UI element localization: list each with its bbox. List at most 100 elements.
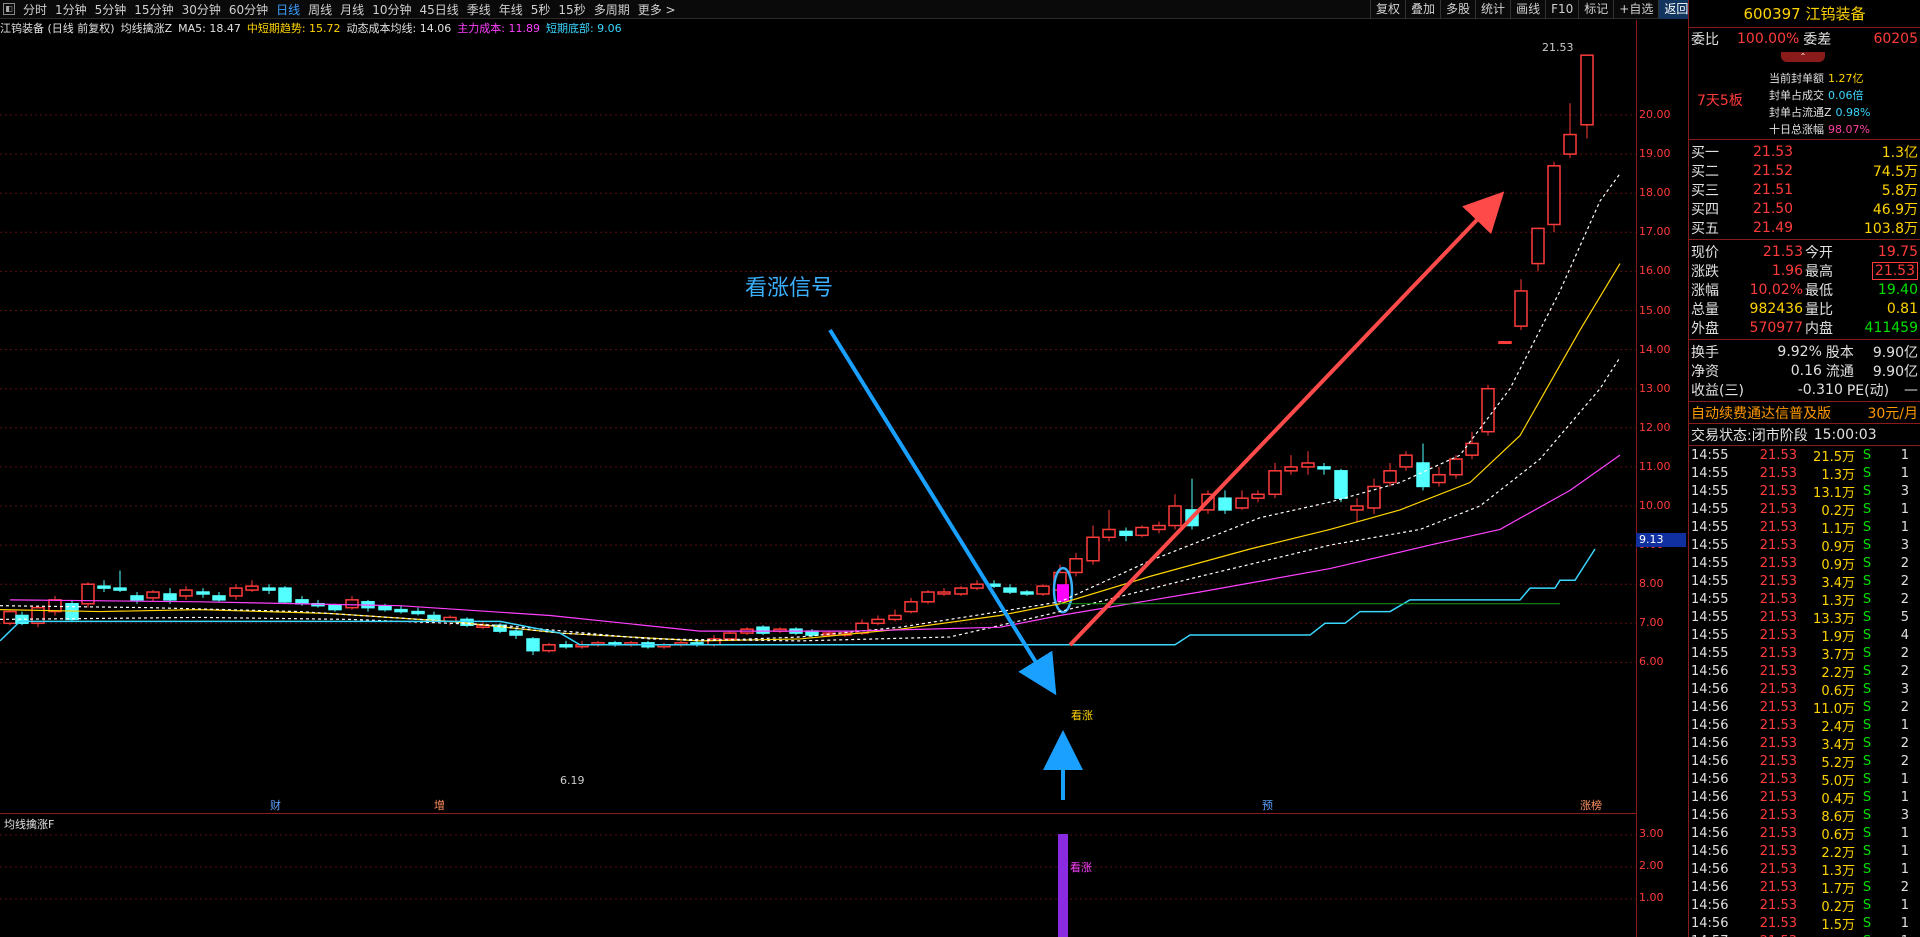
tool-button-3[interactable]: 统计	[1475, 0, 1510, 19]
tick-cell: 5	[1900, 609, 1909, 625]
tick-cell: 14:55	[1691, 627, 1729, 643]
bid-row[interactable]: 买四 21.50 46.9万	[1689, 199, 1920, 218]
tick-cell: 1.7万	[1821, 881, 1855, 897]
tick-row[interactable]: 14:56 21.53 3.4万 S 2	[1689, 734, 1920, 753]
tick-row[interactable]: 14:56 21.53 2.4万 S 1	[1689, 716, 1920, 735]
promo-row[interactable]: 自动续费通达信普及版 30元/月	[1689, 402, 1920, 424]
event-label: 预	[1262, 799, 1273, 812]
sub-tick: 2.00	[1639, 859, 1664, 872]
tab-13[interactable]: 5秒	[527, 1, 555, 18]
tool-button-6[interactable]: 标记	[1578, 0, 1613, 19]
tick-row[interactable]: 14:56 21.53 0.2万 S 1	[1689, 896, 1920, 915]
tool-button-1[interactable]: 叠加	[1405, 0, 1440, 19]
tab-6[interactable]: 日线	[272, 1, 304, 18]
tick-cell: 21.53	[1759, 573, 1797, 589]
tick-row[interactable]: 14:55 21.53 13.3万 S 5	[1689, 608, 1920, 627]
tab-0[interactable]: 分时	[19, 1, 51, 18]
tick-cell: 0.2万	[1821, 899, 1855, 915]
chart-tools: 复权 叠加 多股 统计 画线 F10 标记 +自选 返回	[1370, 0, 1694, 19]
candle-body	[345, 599, 359, 609]
tick-list[interactable]: 14:55 21.53 21.5万 S 1 14:55 21.53 1.3万 S 1 14:55 21…	[1689, 446, 1920, 937]
tool-button-5[interactable]: F10	[1545, 0, 1578, 19]
tick-row[interactable]: 14:55 21.53 0.9万 S 3	[1689, 536, 1920, 555]
tick-cell: 2	[1900, 879, 1909, 895]
tab-14[interactable]: 15秒	[554, 1, 589, 18]
tick-row[interactable]: 14:55 21.53 21.5万 S 1	[1689, 446, 1920, 465]
sub-indicator-pane[interactable]: 均线擒涨F 看涨	[0, 813, 1636, 937]
tab-16[interactable]: 更多 >	[634, 1, 680, 18]
fund-value: —	[1904, 381, 1918, 398]
tab-8[interactable]: 月线	[336, 1, 368, 18]
bid-row[interactable]: 买一 21.53 1.3亿	[1689, 142, 1920, 161]
collapse-icon[interactable]: ⌃	[1781, 52, 1825, 62]
tab-10[interactable]: 45日线	[415, 1, 462, 18]
tick-cell: S	[1862, 609, 1872, 625]
tick-row[interactable]: 14:5721.530.6万S1	[1689, 932, 1920, 937]
tick-cell: 1	[1900, 465, 1909, 481]
tick-row[interactable]: 14:56 21.53 2.2万 S 1	[1689, 842, 1920, 861]
candle-body	[1119, 530, 1133, 537]
tick-row[interactable]: 14:55 21.53 13.1万 S 3	[1689, 482, 1920, 501]
tick-row[interactable]: 14:55 21.53 0.2万 S 1	[1689, 500, 1920, 519]
candle-body	[1251, 493, 1265, 499]
tick-row[interactable]: 14:55 21.53 3.7万 S 2	[1689, 644, 1920, 663]
tab-3[interactable]: 15分钟	[130, 1, 177, 18]
tick-cell: 14:56	[1691, 915, 1729, 931]
seal-row: 封单占成交 0.06倍	[1769, 87, 1871, 104]
tab-15[interactable]: 多周期	[590, 1, 634, 18]
bid-row[interactable]: 买五 21.49 103.8万	[1689, 218, 1920, 237]
tick-row[interactable]: 14:55 21.53 1.9万 S 4	[1689, 626, 1920, 645]
tab-2[interactable]: 5分钟	[91, 1, 131, 18]
candle-body	[212, 595, 226, 601]
fund-label: PE(动)	[1846, 382, 1890, 399]
stat-value: 570977	[1749, 319, 1803, 336]
tab-12[interactable]: 年线	[495, 1, 527, 18]
tick-row[interactable]: 14:56 21.53 1.7万 S 2	[1689, 878, 1920, 897]
sub-signal-tag: 看涨	[1070, 860, 1092, 874]
tick-row[interactable]: 14:55 21.53 1.1万 S 1	[1689, 518, 1920, 537]
tick-row[interactable]: 14:55 21.53 0.9万 S 2	[1689, 554, 1920, 573]
tab-5[interactable]: 60分钟	[225, 1, 272, 18]
bid-volume: 74.5万	[1872, 163, 1918, 180]
stat-label: 涨幅	[1691, 282, 1719, 299]
tick-row[interactable]: 14:56 21.53 2.2万 S 2	[1689, 662, 1920, 681]
bid-row[interactable]: 买三 21.51 5.8万	[1689, 180, 1920, 199]
fund-value: 0.16	[1790, 362, 1822, 379]
tool-button-2[interactable]: 多股	[1440, 0, 1475, 19]
tab-4[interactable]: 30分钟	[178, 1, 225, 18]
tab-1[interactable]: 1分钟	[51, 1, 91, 18]
tick-row[interactable]: 14:56 21.53 0.4万 S 1	[1689, 788, 1920, 807]
tick-row[interactable]: 14:56 21.53 0.6万 S 1	[1689, 824, 1920, 843]
tick-cell: 21.53	[1759, 789, 1797, 805]
tab-9[interactable]: 10分钟	[368, 1, 415, 18]
tool-button-0[interactable]: 复权	[1370, 0, 1405, 19]
tick-cell: S	[1862, 753, 1872, 769]
candle-body	[871, 618, 885, 625]
tick-cell: S	[1862, 573, 1872, 589]
tick-row[interactable]: 14:56 21.53 5.2万 S 2	[1689, 752, 1920, 771]
tick-row[interactable]: 14:56 21.53 0.6万 S 3	[1689, 680, 1920, 699]
tick-row[interactable]: 14:55 21.53 3.4万 S 2	[1689, 572, 1920, 591]
tick-cell: S	[1862, 627, 1872, 643]
price-chart[interactable]: 看涨信号 21.53 6.19 看涨财 增 预 涨榜	[0, 20, 1636, 813]
tick-row[interactable]: 14:55 21.53 1.3万 S 2	[1689, 590, 1920, 609]
tab-7[interactable]: 周线	[304, 1, 336, 18]
menu-icon[interactable]: ◧	[3, 3, 15, 15]
tick-row[interactable]: 14:56 21.53 8.6万 S 3	[1689, 806, 1920, 825]
tool-button-4[interactable]: 画线	[1510, 0, 1545, 19]
tick-cell: 0.9万	[1821, 557, 1855, 573]
candle-body	[1102, 528, 1116, 539]
tick-cell: 14:55	[1691, 537, 1729, 553]
seal-row: 封单占流通Z 0.98%	[1769, 104, 1871, 121]
seal-key: 封单占成交	[1769, 89, 1824, 102]
tick-cell: 13.3万	[1813, 611, 1855, 627]
tick-row[interactable]: 14:56 21.53 11.0万 S 2	[1689, 698, 1920, 717]
tick-row[interactable]: 14:56 21.53 1.3万 S 1	[1689, 860, 1920, 879]
tick-row[interactable]: 14:56 21.53 5.0万 S 1	[1689, 770, 1920, 789]
tick-row[interactable]: 14:55 21.53 1.3万 S 1	[1689, 464, 1920, 483]
tick-cell: 21.53	[1759, 519, 1797, 535]
tick-row[interactable]: 14:56 21.53 1.5万 S 1	[1689, 914, 1920, 933]
tab-11[interactable]: 季线	[463, 1, 495, 18]
tool-button-7[interactable]: +自选	[1613, 0, 1658, 19]
bid-row[interactable]: 买二 21.52 74.5万	[1689, 161, 1920, 180]
